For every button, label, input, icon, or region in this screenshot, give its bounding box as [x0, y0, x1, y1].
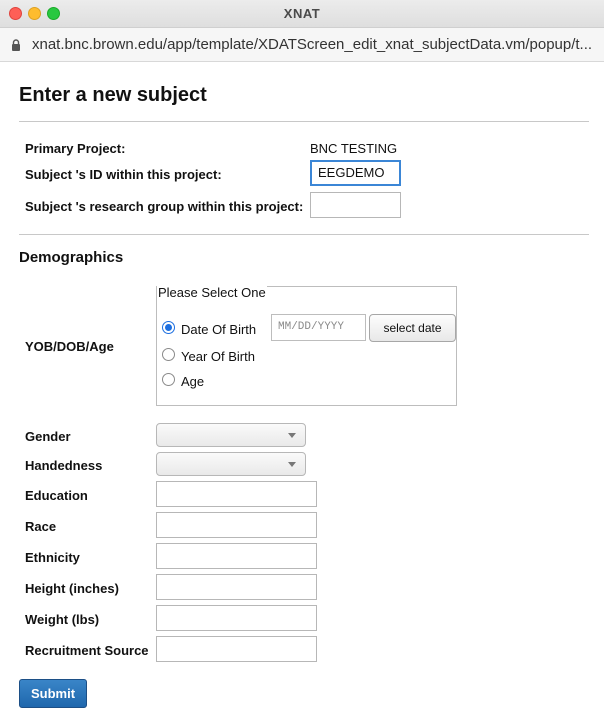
gender-label: Gender — [25, 429, 71, 444]
address-bar[interactable]: xnat.bnc.brown.edu/app/template/XDATScre… — [0, 28, 604, 62]
url-text[interactable]: xnat.bnc.brown.edu/app/template/XDATScre… — [32, 36, 592, 53]
date-of-birth-input[interactable]: MM/DD/YYYY — [271, 314, 366, 341]
submit-button[interactable]: Submit — [19, 679, 87, 708]
race-label: Race — [25, 519, 57, 534]
research-group-label: Subject 's research group within this pr… — [25, 199, 304, 214]
subject-id-label: Subject 's ID within this project: — [25, 167, 222, 182]
subject-form: Enter a new subject Primary Project: BNC… — [0, 62, 604, 724]
ethnicity-label: Ethnicity — [25, 550, 80, 565]
chevron-down-icon — [288, 462, 296, 467]
height-input[interactable] — [156, 574, 317, 600]
divider — [19, 234, 589, 235]
recruitment-source-input[interactable] — [156, 636, 317, 662]
yob-dob-age-label: YOB/DOB/Age — [25, 339, 114, 354]
radio-age[interactable] — [162, 373, 175, 386]
demographics-heading: Demographics — [19, 249, 124, 266]
lock-icon — [12, 39, 20, 51]
education-label: Education — [25, 488, 88, 503]
select-date-button[interactable]: select date — [369, 314, 456, 342]
handedness-select[interactable] — [156, 452, 306, 476]
weight-label: Weight (lbs) — [25, 612, 100, 627]
radio-year-of-birth-label[interactable]: Year Of Birth — [181, 349, 255, 364]
radio-year-of-birth[interactable] — [162, 348, 175, 361]
window-titlebar: XNAT — [0, 0, 604, 28]
page-title: Enter a new subject — [19, 84, 207, 106]
weight-input[interactable] — [156, 605, 317, 631]
primary-project-label: Primary Project: — [25, 141, 126, 156]
window-title: XNAT — [283, 6, 321, 21]
radio-date-of-birth-label[interactable]: Date Of Birth — [181, 322, 256, 337]
subject-id-input[interactable]: EEGDEMO — [310, 160, 401, 186]
race-input[interactable] — [156, 512, 317, 538]
radio-date-of-birth[interactable] — [162, 321, 175, 334]
gender-select[interactable] — [156, 423, 306, 447]
recruitment-source-label: Recruitment Source — [25, 643, 149, 658]
handedness-label: Handedness — [25, 458, 103, 473]
education-input[interactable] — [156, 481, 317, 507]
primary-project-value: BNC TESTING — [310, 141, 398, 156]
divider — [19, 121, 589, 122]
research-group-input[interactable] — [310, 192, 401, 218]
chevron-down-icon — [288, 433, 296, 438]
ethnicity-input[interactable] — [156, 543, 317, 569]
height-label: Height (inches) — [25, 581, 119, 596]
radio-age-label[interactable]: Age — [181, 374, 204, 389]
fieldset-legend: Please Select One — [157, 285, 267, 300]
